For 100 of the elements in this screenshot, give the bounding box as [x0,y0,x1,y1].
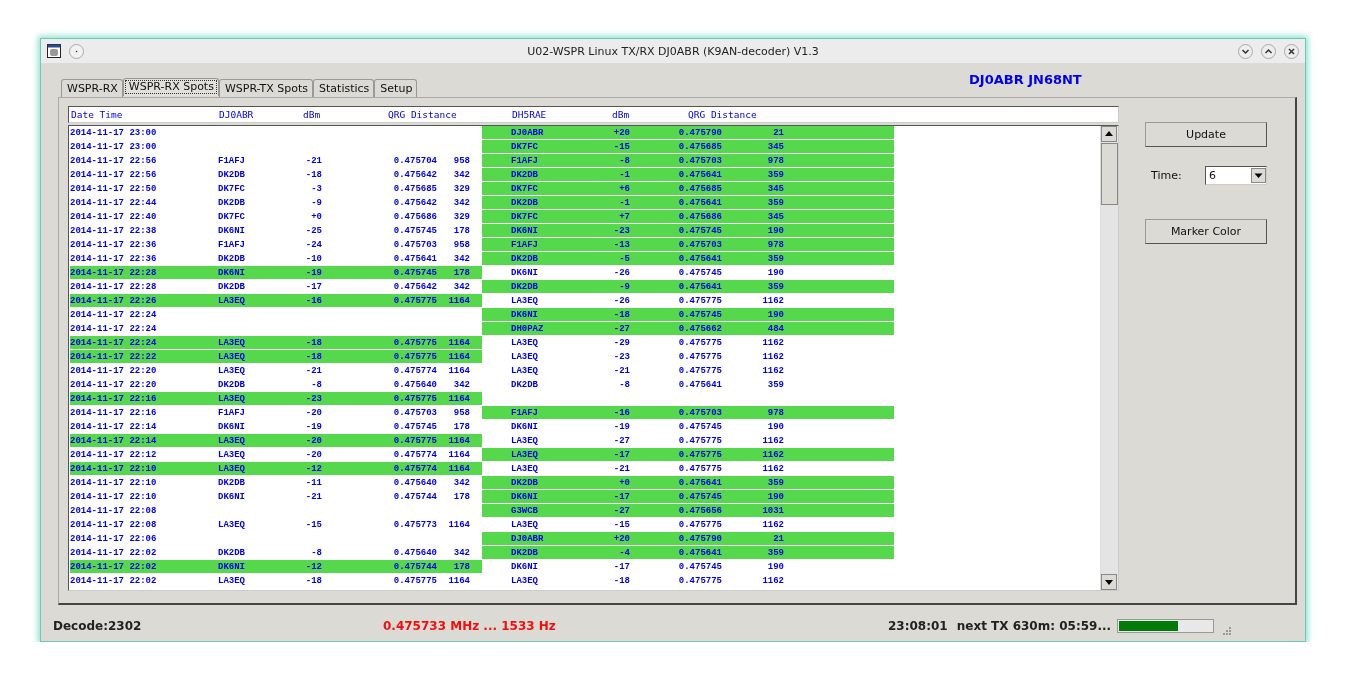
table-cell-text: LA3EQ [511,575,539,586]
table-cell-text: 1164 [447,393,470,404]
table-cell-text: -5 [618,253,630,264]
table-cell-text: DK2DB [218,281,246,292]
table-cell-text: LA3EQ [218,449,246,460]
table-cell-text: 342 [452,197,470,208]
table-cell-text: 0.475745 [677,309,722,320]
table-cell-text: 329 [452,183,470,194]
table-cell-text: 2014-11-17 22:26 [70,295,158,306]
table-cell-text: -27 [612,323,630,334]
table-cell-text: 0.475685 [677,141,722,152]
scroll-up-icon[interactable] [1101,126,1117,142]
table-cell-text: -18 [304,575,322,586]
table-cell-text: -23 [612,351,630,362]
table-cell-text: 0.475744 [392,491,437,502]
table-cell-text: DK2DB [218,253,246,264]
update-button[interactable]: Update [1145,122,1267,147]
tab[interactable]: WSPR-RX Spots [122,78,219,96]
table-cell-text: 2014-11-17 22:02 [70,575,158,586]
table-cell-text: DK7FC [218,183,246,194]
table-cell-text: 2014-11-17 22:22 [70,351,158,362]
table-cell-text: 190 [766,267,784,278]
column-header[interactable]: QRG Distance [688,109,757,120]
table-cell-text: 2014-11-17 22:08 [70,519,158,530]
maximize-icon[interactable] [1261,43,1276,59]
table-cell-text: 345 [766,183,784,194]
table-cell-text: 0.475775 [677,337,722,348]
table-cell-text: 329 [452,211,470,222]
table-cell-text: -18 [612,575,630,586]
table-cell-text: 958 [452,155,470,166]
table-cell-text: -21 [304,155,322,166]
table-cell-text: 0.475703 [677,155,722,166]
table-cell-text: 359 [766,477,784,488]
scrollbar[interactable] [1100,126,1118,590]
tab[interactable]: Setup [374,79,418,97]
table-cell-text: -23 [304,393,322,404]
table-cell-text: 0.475640 [392,547,437,558]
table-cell-text: DK6NI [511,225,539,236]
table-cell-text: 0.475775 [677,575,722,586]
table-cell-text: 2014-11-17 22:16 [70,393,158,404]
table-cell-text: 0.475703 [392,239,437,250]
close-icon[interactable] [1284,43,1299,59]
table-cell-text: -15 [612,141,630,152]
table-cell-text: 0.475686 [677,211,722,222]
minimize-icon[interactable] [1238,43,1253,59]
resize-grip-icon[interactable] [1220,624,1233,636]
table-cell-text: 2014-11-17 22:08 [70,505,158,516]
scroll-thumb[interactable] [1101,143,1118,205]
table-cell-text: DK2DB [511,379,539,390]
table-cell-text: DK6NI [218,561,246,572]
scroll-down-icon[interactable] [1101,574,1117,590]
column-header[interactable]: QRG Distance [388,109,512,120]
table-cell-text: 342 [452,253,470,264]
table-cell-text: 342 [452,477,470,488]
tab[interactable]: Statistics [313,79,375,97]
station-label: DJ0ABR JN68NT [969,72,1082,87]
table-cell-text: 0.475641 [677,547,722,558]
table-cell-text: 2014-11-17 22:36 [70,253,158,264]
table-cell-text: 342 [452,547,470,558]
table-cell-text: -8 [310,547,322,558]
table-cell-text: 190 [766,421,784,432]
table-cell-text: LA3EQ [511,365,539,376]
table-cell-text: 484 [766,323,784,334]
table-cell-text: LA3EQ [218,435,246,446]
table-cell-text: DK6NI [218,421,246,432]
table-cell-text: 0.475775 [392,435,437,446]
table-cell-text: 1164 [447,365,470,376]
table-cell-text: LA3EQ [511,519,539,530]
table-cell-text: 2014-11-17 22:24 [70,337,158,348]
table-cell-text: 2014-11-17 22:02 [70,561,158,572]
table-cell-text: -21 [612,365,630,376]
column-header[interactable]: dBm [612,109,688,120]
table-cell-text: 0.475775 [677,351,722,362]
next-tx-text: next TX 630m: 05:59... [956,619,1112,633]
column-header[interactable]: dBm [303,109,388,120]
table-cell-text: 978 [766,239,784,250]
table-cell-text: -17 [612,449,630,460]
table-cell-text: 178 [452,267,470,278]
window-title: U02-WSPR Linux TX/RX DJ0ABR (K9AN-decoder) V1.3 [527,44,819,58]
column-header[interactable]: DJ0ABR [219,109,303,120]
app-icon[interactable] [47,44,61,58]
table-cell-text: 0.475641 [677,379,722,390]
tab[interactable]: WSPR-TX Spots [218,79,314,97]
column-header[interactable]: Date Time [71,109,219,120]
table-cell-text: F1AFJ [511,155,539,166]
table-cell-text: 0.475745 [392,225,437,236]
table-cell-text: 2014-11-17 23:00 [70,127,158,138]
table-cell-text: F1AFJ [218,155,246,166]
table-cell-text: 345 [766,211,784,222]
table-cell-text: DK6NI [218,491,246,502]
time-dropdown[interactable]: 6 [1205,165,1267,185]
table-cell-text: 2014-11-17 23:00 [70,141,158,152]
table-cell-text: DK2DB [511,477,539,488]
table-cell-text: -8 [310,379,322,390]
table-cell-text: DK2DB [511,281,539,292]
table-cell-text: F1AFJ [218,407,246,418]
marker-color-button[interactable]: Marker Color [1145,219,1267,244]
table-cell-text: 178 [452,561,470,572]
column-header[interactable]: DH5RAE [512,109,612,120]
tab[interactable]: WSPR-RX [61,79,123,97]
